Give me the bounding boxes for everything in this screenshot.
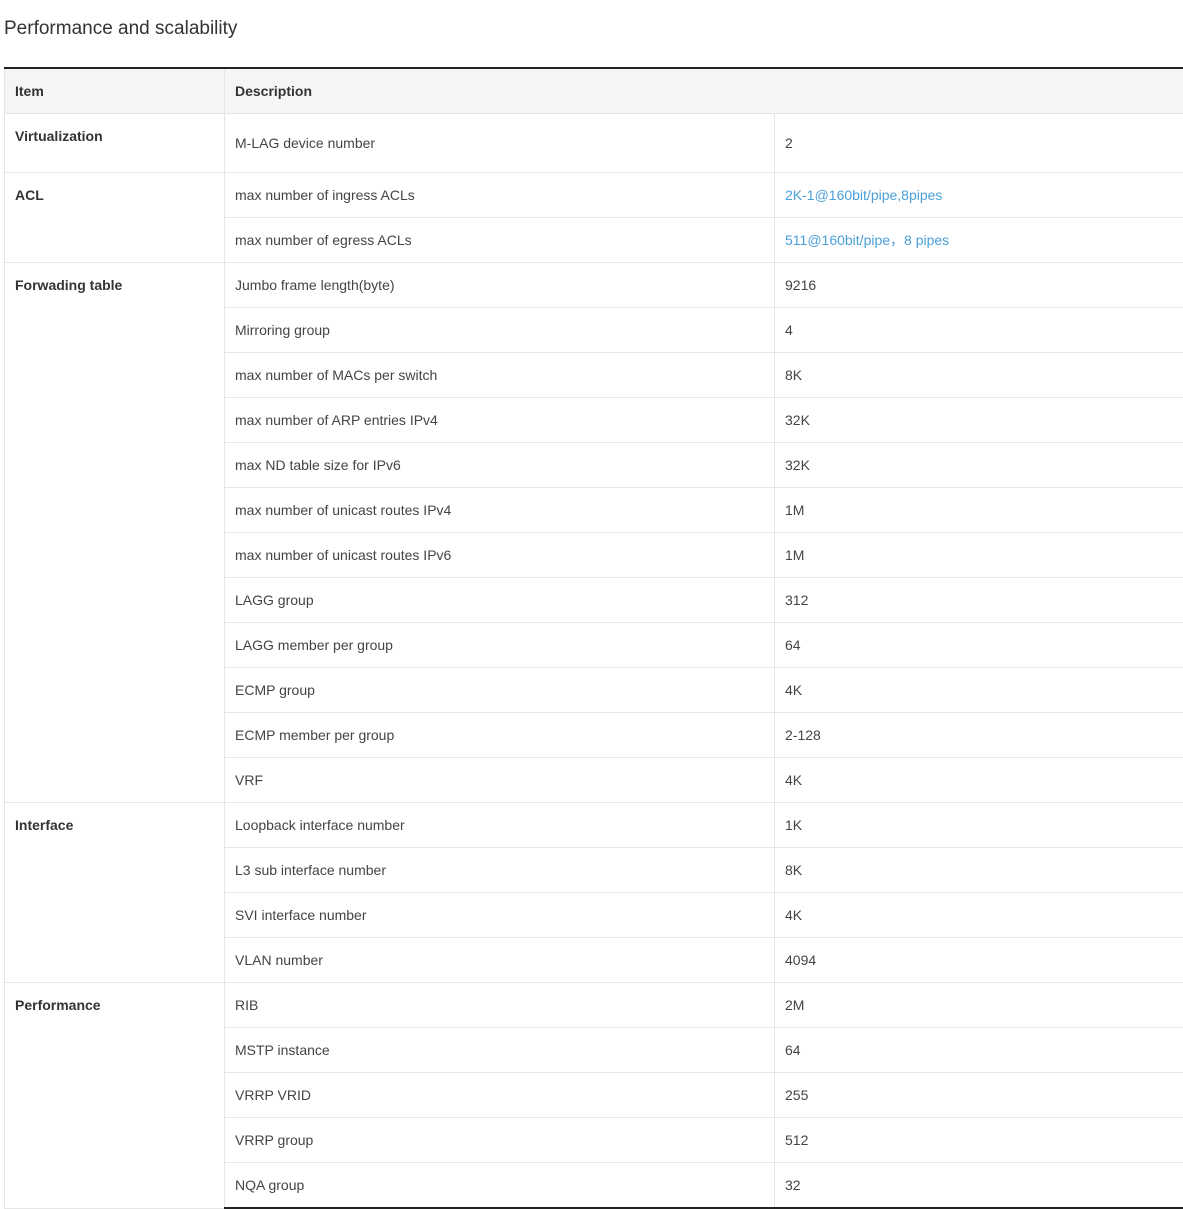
value-cell: 1M [775, 533, 1183, 578]
value-cell: 512 [775, 1118, 1183, 1163]
value-link-cell[interactable]: 511@160bit/pipe，8 pipes [775, 218, 1183, 263]
value-cell: 2M [775, 983, 1183, 1028]
value-cell: 32K [775, 398, 1183, 443]
table-row: VirtualizationM-LAG device number2 [5, 114, 1183, 173]
header-item: Item [5, 68, 225, 114]
value-cell: 8K [775, 848, 1183, 893]
value-cell: 4094 [775, 938, 1183, 983]
header-description: Description [225, 68, 1183, 114]
description-cell: LAGG group [225, 578, 775, 623]
description-cell: VRRP VRID [225, 1073, 775, 1118]
table-body: VirtualizationM-LAG device number2ACLmax… [5, 114, 1183, 1209]
description-cell: L3 sub interface number [225, 848, 775, 893]
description-cell: max number of ARP entries IPv4 [225, 398, 775, 443]
value-cell: 64 [775, 1028, 1183, 1073]
value-cell: 312 [775, 578, 1183, 623]
value-cell: 4K [775, 668, 1183, 713]
description-cell: RIB [225, 983, 775, 1028]
item-category-cell: Forwading table [5, 263, 225, 803]
value-cell: 32 [775, 1163, 1183, 1209]
value-cell: 1M [775, 488, 1183, 533]
value-cell: 1K [775, 803, 1183, 848]
description-cell: ECMP member per group [225, 713, 775, 758]
description-cell: M-LAG device number [225, 114, 775, 173]
item-category-cell: Virtualization [5, 114, 225, 173]
item-category-cell: Performance [5, 983, 225, 1209]
value-cell: 64 [775, 623, 1183, 668]
value-cell: 2-128 [775, 713, 1183, 758]
table-row: Forwading tableJumbo frame length(byte)9… [5, 263, 1183, 308]
item-category-cell: Interface [5, 803, 225, 983]
description-cell: MSTP instance [225, 1028, 775, 1073]
table-row: PerformanceRIB2M [5, 983, 1183, 1028]
description-cell: max number of egress ACLs [225, 218, 775, 263]
table-row: InterfaceLoopback interface number1K [5, 803, 1183, 848]
description-cell: LAGG member per group [225, 623, 775, 668]
value-cell: 32K [775, 443, 1183, 488]
description-cell: VRF [225, 758, 775, 803]
value-cell: 9216 [775, 263, 1183, 308]
value-cell: 8K [775, 353, 1183, 398]
table-row: ACLmax number of ingress ACLs2K-1@160bit… [5, 173, 1183, 218]
description-cell: max number of ingress ACLs [225, 173, 775, 218]
description-cell: Loopback interface number [225, 803, 775, 848]
description-cell: NQA group [225, 1163, 775, 1209]
value-cell: 4 [775, 308, 1183, 353]
description-cell: VRRP group [225, 1118, 775, 1163]
description-cell: Jumbo frame length(byte) [225, 263, 775, 308]
value-cell: 2 [775, 114, 1183, 173]
description-cell: Mirroring group [225, 308, 775, 353]
value-link-cell[interactable]: 2K-1@160bit/pipe,8pipes [775, 173, 1183, 218]
description-cell: max number of unicast routes IPv6 [225, 533, 775, 578]
description-cell: max ND table size for IPv6 [225, 443, 775, 488]
description-cell: max number of unicast routes IPv4 [225, 488, 775, 533]
performance-scalability-table: Item Description VirtualizationM-LAG dev… [4, 67, 1183, 1209]
value-cell: 255 [775, 1073, 1183, 1118]
value-cell: 4K [775, 758, 1183, 803]
page-title: Performance and scalability [4, 18, 237, 40]
value-cell: 4K [775, 893, 1183, 938]
description-cell: max number of MACs per switch [225, 353, 775, 398]
table-header-row: Item Description [5, 68, 1183, 114]
description-cell: VLAN number [225, 938, 775, 983]
item-category-cell: ACL [5, 173, 225, 263]
description-cell: SVI interface number [225, 893, 775, 938]
description-cell: ECMP group [225, 668, 775, 713]
